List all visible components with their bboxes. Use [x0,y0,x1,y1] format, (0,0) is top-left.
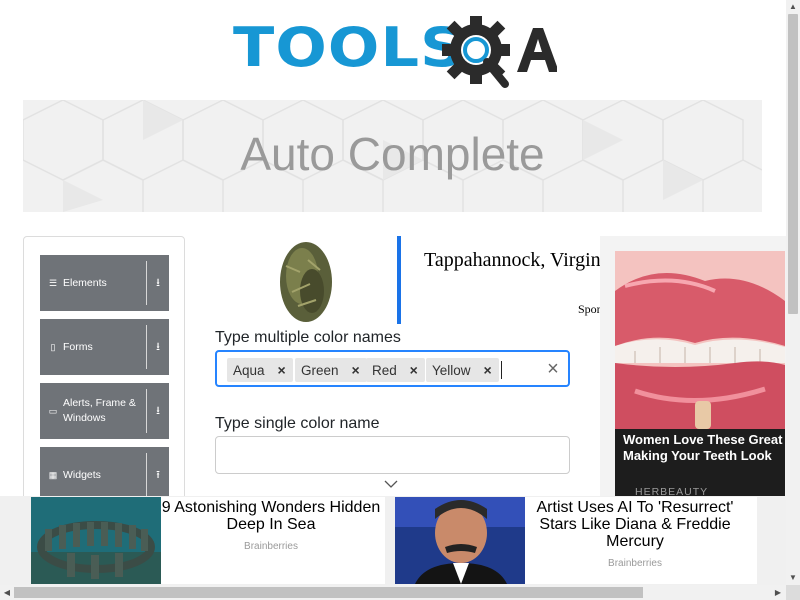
ad-image-portrait[interactable] [395,497,525,584]
single-color-label: Type single color name [215,415,380,432]
bottom-ad-title[interactable]: Artist Uses AI To 'Resurrect' Stars Like… [525,499,745,550]
single-color-input[interactable] [215,436,570,474]
download-arrow-icon: ⭳ [156,276,160,289]
sidebar-item-forms[interactable]: ▯ Forms ⭳ [40,319,169,375]
color-chip-aqua: Aqua × [227,358,293,382]
gear-magnifier-logo-icon [442,16,557,88]
ad-sponsored-label: Sponsored [578,302,600,316]
chip-label: Yellow [432,362,471,378]
window-icon: ▭ [48,405,58,416]
page-title: Auto Complete [240,128,545,180]
sidebar-item-label: Widgets [63,468,101,481]
horizontal-scrollbar-thumb[interactable] [14,587,643,598]
grid-icon: ▦ [48,469,58,480]
color-chip-yellow: Yellow × [426,358,499,382]
ad-image-underwater[interactable] [31,497,161,584]
page: TOOLS Auto Complete ☰ Elements ⭳ ▯ Forms… [0,0,800,600]
sidebar-item-label: Alerts, Frame & Windows [63,397,136,424]
ad-title[interactable]: Tappahannock, Virginia [424,249,600,272]
sidebar-item-label: Elements [63,276,107,289]
site-logo[interactable]: TOOLS [233,14,558,92]
bottom-ad-title[interactable]: 9 Astonishing Wonders Hidden Deep In Sea [161,499,381,533]
vertical-scrollbar-thumb[interactable] [788,14,798,314]
ad-image-lips[interactable] [615,251,785,429]
multi-color-input[interactable]: Aqua × Green × Red × Yellow × × [215,350,570,387]
logo-text: TOOLS [233,16,465,79]
page-banner: Auto Complete [23,100,762,212]
form-icon: ▯ [50,341,56,352]
hamburger-icon: ☰ [48,277,58,288]
multi-color-label: Type multiple color names [215,329,401,346]
remove-chip-icon[interactable]: × [477,358,499,382]
download-arrow-icon: ⭳ [156,404,160,417]
clear-all-icon[interactable]: × [542,357,564,381]
remove-chip-icon[interactable]: × [271,358,293,382]
color-chip-red: Red × [366,358,425,382]
bottom-ad-source: Brainberries [608,558,662,569]
sidebar-item-label: Forms [63,340,93,353]
upload-arrow-icon: ⭱ [156,468,160,481]
scroll-right-icon[interactable]: ▶ [774,588,782,598]
scroll-left-icon[interactable]: ◀ [3,588,11,598]
sidebar-item-alerts-frame-windows[interactable]: ▭ Alerts, Frame & Windows ⭳ [40,383,169,439]
chip-label: Green [301,362,339,378]
download-arrow-icon: ⭳ [156,340,160,353]
chevron-down-icon[interactable] [383,479,399,489]
scroll-down-icon[interactable]: ▼ [788,573,798,583]
chip-label: Red [372,362,397,378]
chip-label: Aqua [233,362,265,378]
color-chip-green: Green × [295,358,367,382]
bottom-ad-source: Brainberries [244,541,298,552]
text-caret [501,361,502,379]
ad-image-herb[interactable] [272,236,342,324]
remove-chip-icon[interactable]: × [403,358,425,382]
scrollbar-corner [786,585,800,600]
sidebar-item-widgets[interactable]: ▦ Widgets ⭱ [40,447,169,503]
scroll-up-icon[interactable]: ▲ [788,2,798,12]
sidebar: ☰ Elements ⭳ ▯ Forms ⭳ ▭ Alerts, Frame &… [23,236,185,536]
remove-chip-icon[interactable]: × [345,358,367,382]
ad-title[interactable]: Women Love These Great Making Your Teeth… [623,432,785,466]
sidebar-item-elements[interactable]: ☰ Elements ⭳ [40,255,169,311]
ad-accent-bar [397,236,401,324]
